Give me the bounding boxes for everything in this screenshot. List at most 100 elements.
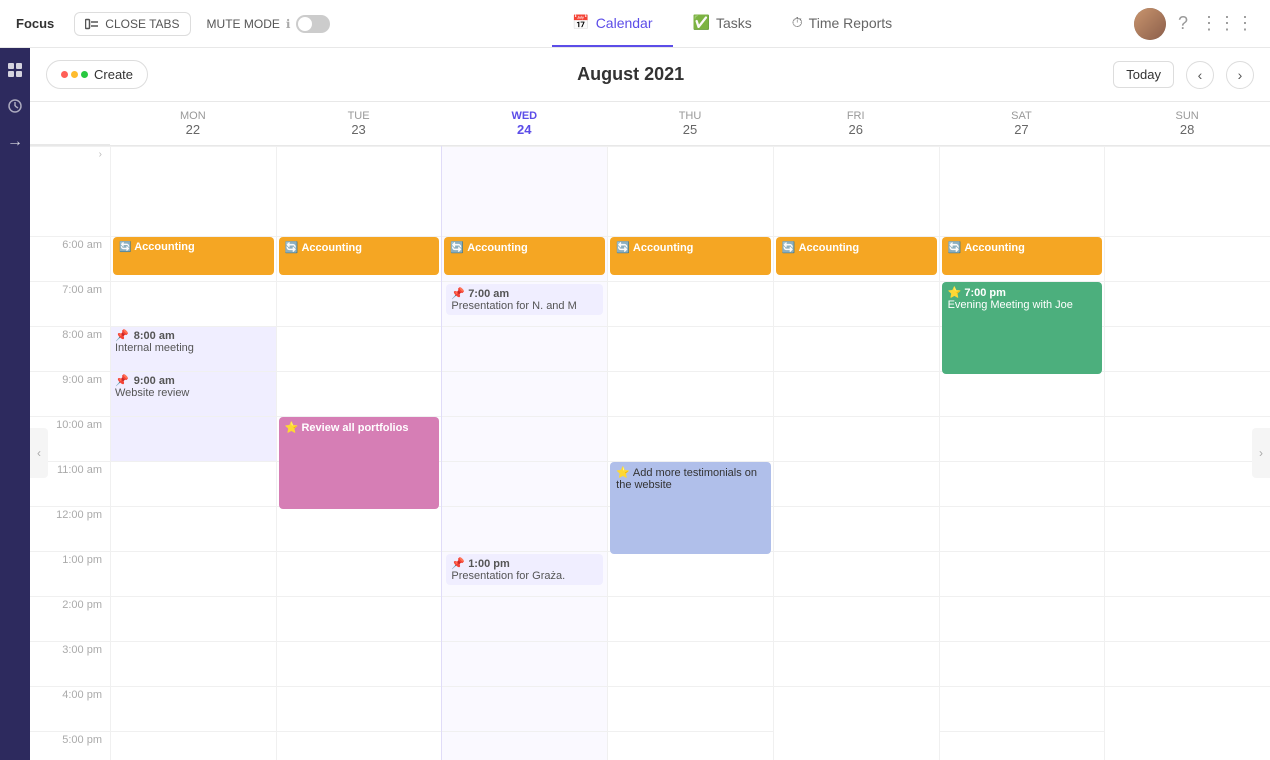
help-icon[interactable]: ? xyxy=(1178,13,1188,34)
event-title: Accounting xyxy=(301,242,362,254)
event-icon: 🔄 xyxy=(782,242,799,254)
pin-icon: 📌 xyxy=(115,330,129,342)
tasks-tab-icon: ✅ xyxy=(693,14,710,31)
time-2pm: 2:00 pm xyxy=(30,596,110,641)
event-title: Accounting xyxy=(964,242,1025,254)
time-reports-tab-icon: ⏱ xyxy=(792,14,803,31)
event-icon: 🔄 xyxy=(948,242,965,254)
day-header-wed: WED 24 xyxy=(441,102,607,145)
time-1pm: 1:00 pm xyxy=(30,551,110,596)
focus-label: Focus xyxy=(16,16,54,31)
event-accounting-tue[interactable]: 🔄 Accounting xyxy=(279,237,440,275)
calendar-tab-icon: 📅 xyxy=(572,14,589,31)
event-accounting-wed[interactable]: 🔄 Accounting xyxy=(444,237,605,275)
time-6am: 6:00 am xyxy=(30,236,110,281)
time-grid: › 6:00 am 7:00 am 8:00 am 9:00 am 10:00 … xyxy=(30,146,1270,760)
right-scroll-arrow[interactable]: › xyxy=(1252,428,1270,478)
event-icon: 🔄 xyxy=(450,242,467,254)
today-button[interactable]: Today xyxy=(1113,61,1174,88)
dot-yellow xyxy=(71,71,78,78)
day-col-thu: 🔄 Accounting ⭐ Add more testimonials o xyxy=(607,146,773,760)
left-scroll-arrow[interactable]: ‹ xyxy=(30,428,48,478)
event-internal-meeting[interactable]: 📌 8:00 amInternal meeting xyxy=(115,329,272,354)
event-presentation-nm[interactable]: 📌 7:00 amPresentation for N. and M xyxy=(446,284,603,315)
event-icon: 🔄 xyxy=(616,242,633,254)
event-accounting-sat[interactable]: 🔄 Accounting xyxy=(942,237,1103,275)
mute-mode-toggle[interactable] xyxy=(296,15,330,33)
dot-green xyxy=(81,71,88,78)
prev-week-button[interactable]: ‹ xyxy=(1186,61,1214,89)
pin-icon-2: 📌 xyxy=(115,375,129,387)
star-icon: ⭐ xyxy=(285,422,302,434)
day-col-tue: 🔄 Accounting ⭐ Review all portfolios xyxy=(276,146,442,760)
day-header-sat: SAT 27 xyxy=(939,102,1105,145)
mute-mode-label: MUTE MODE xyxy=(207,17,280,31)
event-title: Accounting xyxy=(633,242,694,254)
sidebar-icon-1[interactable] xyxy=(5,60,25,80)
event-icon: 🔄 xyxy=(119,242,134,253)
event-website-review[interactable]: 📌 9:00 amWebsite review xyxy=(115,374,272,399)
avatar-image xyxy=(1134,8,1166,40)
time-9am: 9:00 am xyxy=(30,371,110,416)
nav-right-actions: ? ⋮⋮⋮ xyxy=(1134,8,1254,40)
time-4pm: 4:00 pm xyxy=(30,686,110,731)
event-title: Accounting xyxy=(134,241,195,253)
event-icon: 🔄 xyxy=(285,242,302,254)
time-12pm: 12:00 pm xyxy=(30,506,110,551)
event-title: Accounting xyxy=(799,242,860,254)
sidebar: → xyxy=(0,48,30,760)
calendar-main: Create August 2021 Today ‹ › MON 22 TUE … xyxy=(30,48,1270,760)
day-header-mon: MON 22 xyxy=(110,102,276,145)
avatar[interactable] xyxy=(1134,8,1166,40)
time-7am: 7:00 am xyxy=(30,281,110,326)
day-col-sat: 🔄 Accounting ⭐ 7:00 pmEvening Meeting wi… xyxy=(939,146,1105,760)
day-col-fri: 🔄 Accounting xyxy=(773,146,939,760)
navigation-tabs: 📅 Calendar ✅ Tasks ⏱ Time Reports xyxy=(346,0,1118,47)
day-header-sun: SUN 28 xyxy=(1104,102,1270,145)
calendar-header: Create August 2021 Today ‹ › xyxy=(30,48,1270,102)
expand-arrow[interactable]: › xyxy=(99,149,102,160)
day-header-fri: FRI 26 xyxy=(773,102,939,145)
time-3pm: 3:00 pm xyxy=(30,641,110,686)
dot-red xyxy=(61,71,68,78)
create-dots xyxy=(61,71,88,78)
pin-icon-4: 📌 xyxy=(451,558,468,570)
event-review-portfolios[interactable]: ⭐ Review all portfolios xyxy=(279,417,440,509)
sidebar-icon-2[interactable] xyxy=(5,96,25,116)
star-icon-2: ⭐ xyxy=(616,467,633,479)
time-reports-tab-label: Time Reports xyxy=(809,15,893,31)
tab-tasks[interactable]: ✅ Tasks xyxy=(673,0,772,47)
event-title: Add more testimonials on the website xyxy=(616,467,757,491)
calendar-scroll-area[interactable]: › 6:00 am 7:00 am 8:00 am 9:00 am 10:00 … xyxy=(30,146,1270,760)
star-icon-3: ⭐ xyxy=(948,287,965,299)
event-title: Review all portfolios xyxy=(301,422,408,434)
pin-icon-3: 📌 xyxy=(451,288,468,300)
sidebar-icon-arrow-right[interactable]: → xyxy=(5,132,25,152)
calendar-title: August 2021 xyxy=(160,64,1101,85)
main-layout: → Create August 2021 Today ‹ › MON xyxy=(0,48,1270,760)
calendar-tab-label: Calendar xyxy=(596,15,653,31)
top-navigation: Focus CLOSE TABS MUTE MODE ℹ 📅 Calendar … xyxy=(0,0,1270,48)
close-tabs-label: CLOSE TABS xyxy=(105,17,179,31)
create-button[interactable]: Create xyxy=(46,60,148,89)
event-accounting-fri[interactable]: 🔄 Accounting xyxy=(776,237,937,275)
tab-calendar[interactable]: 📅 Calendar xyxy=(552,0,672,47)
event-accounting-thu[interactable]: 🔄 Accounting xyxy=(610,237,771,275)
day-col-wed: 🔄 Accounting 📌 7:00 amPresentation for N… xyxy=(441,146,607,760)
event-testimonials[interactable]: ⭐ Add more testimonials on the website xyxy=(610,462,771,554)
event-accounting-mon[interactable]: 🔄 Accounting xyxy=(113,237,274,275)
mute-mode-control: MUTE MODE ℹ xyxy=(207,15,331,33)
event-presentation-graza[interactable]: 📌 1:00 pmPresentation for Graża. xyxy=(446,554,603,585)
event-evening-meeting[interactable]: ⭐ 7:00 pmEvening Meeting with Joe xyxy=(942,282,1103,374)
day-headers: MON 22 TUE 23 WED 24 THU 25 FRI 26 xyxy=(30,102,1270,146)
time-8am: 8:00 am xyxy=(30,326,110,371)
day-col-sun xyxy=(1104,146,1270,760)
day-header-thu: THU 25 xyxy=(607,102,773,145)
tasks-tab-label: Tasks xyxy=(716,15,752,31)
tab-time-reports[interactable]: ⏱ Time Reports xyxy=(772,0,912,47)
event-title: Accounting xyxy=(467,242,528,254)
time-5pm: 5:00 pm xyxy=(30,731,110,760)
close-tabs-button[interactable]: CLOSE TABS xyxy=(74,12,190,36)
menu-icon[interactable]: ⋮⋮⋮ xyxy=(1200,13,1254,34)
next-week-button[interactable]: › xyxy=(1226,61,1254,89)
